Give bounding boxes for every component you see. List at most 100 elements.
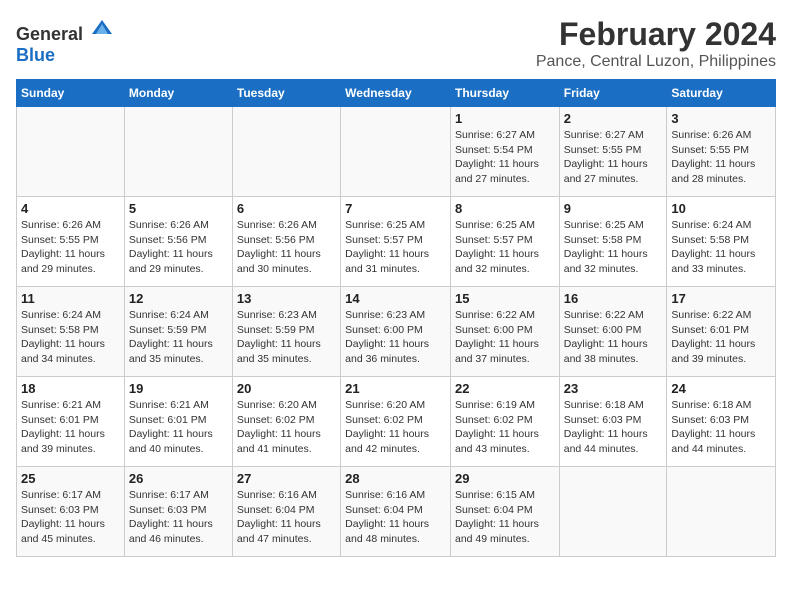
calendar-cell: 21 Sunrise: 6:20 AMSunset: 6:02 PMDayligh… xyxy=(341,377,451,467)
day-info: Sunrise: 6:25 AMSunset: 5:57 PMDaylight:… xyxy=(345,218,446,277)
day-number: 4 xyxy=(21,201,120,216)
day-info: Sunrise: 6:18 AMSunset: 6:03 PMDaylight:… xyxy=(671,398,771,457)
calendar-cell xyxy=(124,107,232,197)
day-info: Sunrise: 6:17 AMSunset: 6:03 PMDaylight:… xyxy=(21,488,120,547)
calendar-cell: 20Sunrise: 6:20 AMSunset: 6:02 PMDayligh… xyxy=(232,377,340,467)
calendar-cell: 8 Sunrise: 6:25 AMSunset: 5:57 PMDaylight… xyxy=(450,197,559,287)
day-info: Sunrise: 6:15 AMSunset: 6:04 PMDaylight:… xyxy=(455,488,555,547)
header: General Blue February 2024 Pance, Centra… xyxy=(16,16,776,71)
header-day-wednesday: Wednesday xyxy=(341,80,451,107)
day-info: Sunrise: 6:24 AMSunset: 5:58 PMDaylight:… xyxy=(21,308,120,367)
logo-icon xyxy=(90,16,114,40)
calendar-cell: 29 Sunrise: 6:15 AMSunset: 6:04 PMDayligh… xyxy=(450,467,559,557)
day-number: 9 xyxy=(564,201,663,216)
calendar-cell: 2 Sunrise: 6:27 AMSunset: 5:55 PMDaylight… xyxy=(559,107,667,197)
day-info: Sunrise: 6:25 AMSunset: 5:58 PMDaylight:… xyxy=(564,218,663,277)
day-info: Sunrise: 6:27 AMSunset: 5:55 PMDaylight:… xyxy=(564,128,663,187)
day-number: 23 xyxy=(564,381,663,396)
day-info: Sunrise: 6:21 AMSunset: 6:01 PMDaylight:… xyxy=(21,398,120,457)
calendar-cell: 11 Sunrise: 6:24 AMSunset: 5:58 PMDayligh… xyxy=(17,287,125,377)
day-info: Sunrise: 6:23 AMSunset: 5:59 PMDaylight:… xyxy=(237,308,336,367)
logo-text: General Blue xyxy=(16,16,114,66)
logo-blue: Blue xyxy=(16,45,55,65)
calendar-cell: 7 Sunrise: 6:25 AMSunset: 5:57 PMDaylight… xyxy=(341,197,451,287)
day-info: Sunrise: 6:17 AMSunset: 6:03 PMDaylight:… xyxy=(129,488,228,547)
day-info: Sunrise: 6:24 AMSunset: 5:58 PMDaylight:… xyxy=(671,218,771,277)
day-number: 17 xyxy=(671,291,771,306)
day-info: Sunrise: 6:22 AMSunset: 6:00 PMDaylight:… xyxy=(455,308,555,367)
calendar-cell: 15 Sunrise: 6:22 AMSunset: 6:00 PMDayligh… xyxy=(450,287,559,377)
calendar-cell: 9 Sunrise: 6:25 AMSunset: 5:58 PMDaylight… xyxy=(559,197,667,287)
day-number: 15 xyxy=(455,291,555,306)
day-number: 21 xyxy=(345,381,446,396)
calendar-cell: 12 Sunrise: 6:24 AMSunset: 5:59 PMDayligh… xyxy=(124,287,232,377)
day-number: 16 xyxy=(564,291,663,306)
calendar-cell: 4 Sunrise: 6:26 AMSunset: 5:55 PMDaylight… xyxy=(17,197,125,287)
calendar-cell: 18 Sunrise: 6:21 AMSunset: 6:01 PMDayligh… xyxy=(17,377,125,467)
title-area: February 2024 Pance, Central Luzon, Phil… xyxy=(536,16,776,71)
day-info: Sunrise: 6:19 AMSunset: 6:02 PMDaylight:… xyxy=(455,398,555,457)
calendar-cell xyxy=(341,107,451,197)
day-number: 10 xyxy=(671,201,771,216)
day-number: 27 xyxy=(237,471,336,486)
calendar-cell: 23 Sunrise: 6:18 AMSunset: 6:03 PMDayligh… xyxy=(559,377,667,467)
day-number: 12 xyxy=(129,291,228,306)
day-number: 8 xyxy=(455,201,555,216)
day-number: 7 xyxy=(345,201,446,216)
calendar-cell: 16 Sunrise: 6:22 AMSunset: 6:00 PMDayligh… xyxy=(559,287,667,377)
day-number: 26 xyxy=(129,471,228,486)
day-number: 2 xyxy=(564,111,663,126)
header-day-tuesday: Tuesday xyxy=(232,80,340,107)
calendar-cell: 1 Sunrise: 6:27 AMSunset: 5:54 PMDaylight… xyxy=(450,107,559,197)
calendar-cell: 14 Sunrise: 6:23 AMSunset: 6:00 PMDayligh… xyxy=(341,287,451,377)
day-number: 1 xyxy=(455,111,555,126)
day-number: 20 xyxy=(237,381,336,396)
calendar-week-3: 11 Sunrise: 6:24 AMSunset: 5:58 PMDayligh… xyxy=(17,287,776,377)
day-info: Sunrise: 6:21 AMSunset: 6:01 PMDaylight:… xyxy=(129,398,228,457)
day-info: Sunrise: 6:18 AMSunset: 6:03 PMDaylight:… xyxy=(564,398,663,457)
day-number: 13 xyxy=(237,291,336,306)
day-info: Sunrise: 6:27 AMSunset: 5:54 PMDaylight:… xyxy=(455,128,555,187)
day-number: 11 xyxy=(21,291,120,306)
day-number: 6 xyxy=(237,201,336,216)
day-number: 28 xyxy=(345,471,446,486)
day-number: 5 xyxy=(129,201,228,216)
calendar-table: SundayMondayTuesdayWednesdayThursdayFrid… xyxy=(16,79,776,557)
calendar-week-1: 1 Sunrise: 6:27 AMSunset: 5:54 PMDaylight… xyxy=(17,107,776,197)
day-info: Sunrise: 6:22 AMSunset: 6:00 PMDaylight:… xyxy=(564,308,663,367)
calendar-cell xyxy=(667,467,776,557)
day-number: 14 xyxy=(345,291,446,306)
day-info: Sunrise: 6:26 AMSunset: 5:55 PMDaylight:… xyxy=(671,128,771,187)
day-info: Sunrise: 6:23 AMSunset: 6:00 PMDaylight:… xyxy=(345,308,446,367)
day-number: 3 xyxy=(671,111,771,126)
day-number: 18 xyxy=(21,381,120,396)
calendar-cell: 28Sunrise: 6:16 AMSunset: 6:04 PMDayligh… xyxy=(341,467,451,557)
header-day-monday: Monday xyxy=(124,80,232,107)
calendar-week-2: 4 Sunrise: 6:26 AMSunset: 5:55 PMDaylight… xyxy=(17,197,776,287)
header-day-sunday: Sunday xyxy=(17,80,125,107)
day-number: 19 xyxy=(129,381,228,396)
day-info: Sunrise: 6:20 AMSunset: 6:02 PMDaylight:… xyxy=(345,398,446,457)
day-number: 22 xyxy=(455,381,555,396)
calendar-cell: 3 Sunrise: 6:26 AMSunset: 5:55 PMDaylight… xyxy=(667,107,776,197)
calendar-week-5: 25 Sunrise: 6:17 AMSunset: 6:03 PMDayligh… xyxy=(17,467,776,557)
subtitle: Pance, Central Luzon, Philippines xyxy=(536,53,776,71)
calendar-cell: 27Sunrise: 6:16 AMSunset: 6:04 PMDayligh… xyxy=(232,467,340,557)
day-number: 29 xyxy=(455,471,555,486)
calendar-cell: 24Sunrise: 6:18 AMSunset: 6:03 PMDayligh… xyxy=(667,377,776,467)
logo-general: General xyxy=(16,24,83,44)
day-info: Sunrise: 6:25 AMSunset: 5:57 PMDaylight:… xyxy=(455,218,555,277)
day-info: Sunrise: 6:26 AMSunset: 5:56 PMDaylight:… xyxy=(237,218,336,277)
calendar-cell: 6 Sunrise: 6:26 AMSunset: 5:56 PMDaylight… xyxy=(232,197,340,287)
header-day-thursday: Thursday xyxy=(450,80,559,107)
day-info: Sunrise: 6:24 AMSunset: 5:59 PMDaylight:… xyxy=(129,308,228,367)
calendar-cell: 17Sunrise: 6:22 AMSunset: 6:01 PMDayligh… xyxy=(667,287,776,377)
calendar-cell: 19 Sunrise: 6:21 AMSunset: 6:01 PMDayligh… xyxy=(124,377,232,467)
calendar-cell: 25 Sunrise: 6:17 AMSunset: 6:03 PMDayligh… xyxy=(17,467,125,557)
calendar-cell xyxy=(559,467,667,557)
main-title: February 2024 xyxy=(536,16,776,53)
day-number: 25 xyxy=(21,471,120,486)
calendar-cell: 22 Sunrise: 6:19 AMSunset: 6:02 PMDayligh… xyxy=(450,377,559,467)
calendar-cell: 26 Sunrise: 6:17 AMSunset: 6:03 PMDayligh… xyxy=(124,467,232,557)
day-info: Sunrise: 6:26 AMSunset: 5:55 PMDaylight:… xyxy=(21,218,120,277)
